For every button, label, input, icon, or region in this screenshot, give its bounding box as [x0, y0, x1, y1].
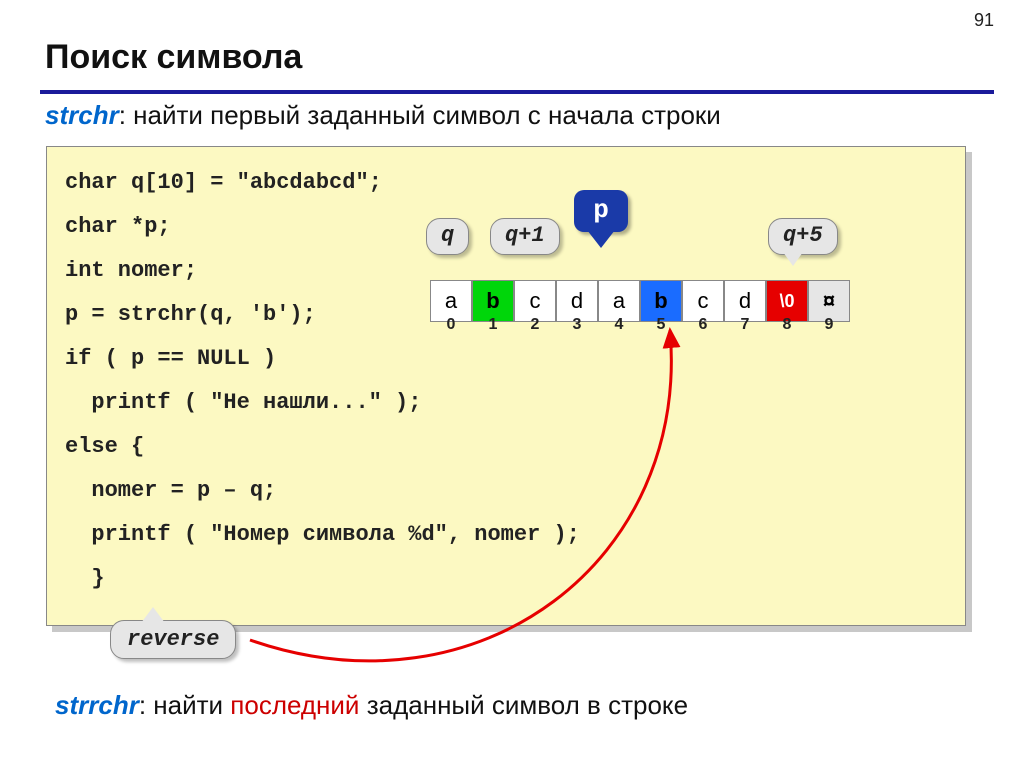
- bottom-pre: : найти: [139, 690, 230, 720]
- code-l7: else {: [65, 434, 144, 459]
- pointer-p: p: [574, 190, 628, 232]
- cell-4: a4: [598, 280, 640, 322]
- cell-6: c6: [682, 280, 724, 322]
- fn-strchr: strchr: [45, 100, 119, 130]
- cell-2: c2: [514, 280, 556, 322]
- slide-title: Поиск символа: [45, 38, 302, 77]
- code-l8: nomer = p – q;: [65, 478, 276, 503]
- cell-1: b1: [472, 280, 514, 322]
- code-l3: int nomer;: [65, 258, 197, 283]
- bottom-line: strrchr: найти последний заданный символ…: [55, 690, 688, 721]
- callout-q: q: [426, 218, 469, 255]
- subtitle-rest: : найти первый заданный символ c начала …: [119, 100, 721, 130]
- title-rule: [40, 90, 994, 94]
- code-l5: if ( p == NULL ): [65, 346, 276, 371]
- page-number: 91: [974, 10, 994, 31]
- callout-reverse: reverse: [110, 620, 236, 659]
- callout-q5: q+5: [768, 218, 838, 255]
- callout-q1: q+1: [490, 218, 560, 255]
- array-visual: a0 b1 c2 d3 a4 b5 c6 d7 \08 ¤9: [430, 280, 850, 322]
- cell-3: d3: [556, 280, 598, 322]
- code-l9: printf ( "Номер символа %d", nomer );: [65, 522, 580, 547]
- cell-7: d7: [724, 280, 766, 322]
- subtitle: strchr: найти первый заданный символ c н…: [45, 100, 721, 131]
- fn-strrchr: strrchr: [55, 690, 139, 720]
- cell-0: a0: [430, 280, 472, 322]
- code-l1: char q[10] = "abcdabcd";: [65, 170, 382, 195]
- bottom-post: заданный символ в строке: [359, 690, 688, 720]
- code-l10: }: [65, 566, 105, 591]
- bottom-last: последний: [230, 690, 359, 720]
- code-l4: p = strchr(q, 'b');: [65, 302, 316, 327]
- cell-9: ¤9: [808, 280, 850, 322]
- cell-8: \08: [766, 280, 808, 322]
- cell-5: b5: [640, 280, 682, 322]
- code-l2: char *p;: [65, 214, 171, 239]
- code-l6: printf ( "Не нашли..." );: [65, 390, 421, 415]
